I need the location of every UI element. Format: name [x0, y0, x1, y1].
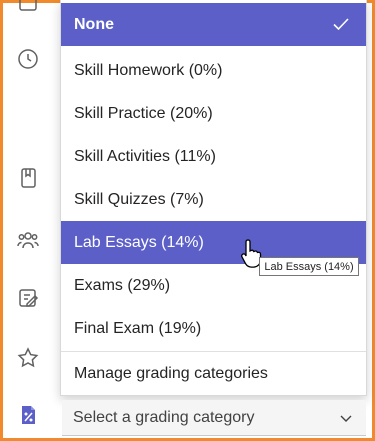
app-frame: None Skill Homework (0%) Skill Practice … — [0, 0, 375, 441]
select-placeholder: Select a grading category — [73, 408, 255, 426]
manage-label: Manage grading categories — [74, 364, 268, 382]
grades-icon[interactable] — [15, 402, 41, 428]
menu-item-label: Skill Quizzes (7%) — [74, 190, 204, 208]
tooltip-text: Lab Essays (14%) — [264, 260, 354, 273]
grading-category-menu: None Skill Homework (0%) Skill Practice … — [60, 0, 367, 396]
menu-item-label: Skill Homework (0%) — [74, 61, 223, 79]
side-rail — [3, 0, 55, 438]
menu-item-label: None — [74, 15, 114, 33]
manage-grading-categories-link[interactable]: Manage grading categories — [61, 352, 366, 395]
menu-item-label: Exams (29%) — [74, 276, 171, 294]
menu-item-none[interactable]: None — [61, 3, 366, 46]
menu-item-skill-practice[interactable]: Skill Practice (20%) — [61, 92, 366, 135]
people-icon[interactable] — [15, 227, 41, 253]
menu-item-label: Lab Essays (14%) — [74, 233, 204, 251]
menu-item-skill-quizzes[interactable]: Skill Quizzes (7%) — [61, 178, 366, 221]
star-icon[interactable] — [15, 345, 41, 371]
chevron-down-icon — [340, 415, 352, 422]
menu-item-label: Final Exam (19%) — [74, 319, 202, 337]
notebook-icon[interactable] — [15, 165, 41, 191]
checkmark-icon — [333, 18, 349, 31]
edit-icon[interactable] — [15, 285, 41, 311]
tooltip: Lab Essays (14%) — [259, 257, 359, 276]
clock-icon[interactable] — [15, 46, 41, 72]
grading-category-select[interactable]: Select a grading category — [62, 400, 366, 436]
menu-item-skill-activities[interactable]: Skill Activities (11%) — [61, 135, 366, 178]
calendar-icon[interactable] — [15, 0, 41, 15]
menu-item-label: Skill Activities (11%) — [74, 147, 216, 165]
menu-item-label: Skill Practice (20%) — [74, 104, 213, 122]
menu-item-final-exam[interactable]: Final Exam (19%) — [61, 307, 366, 350]
menu-item-skill-homework[interactable]: Skill Homework (0%) — [61, 49, 366, 92]
